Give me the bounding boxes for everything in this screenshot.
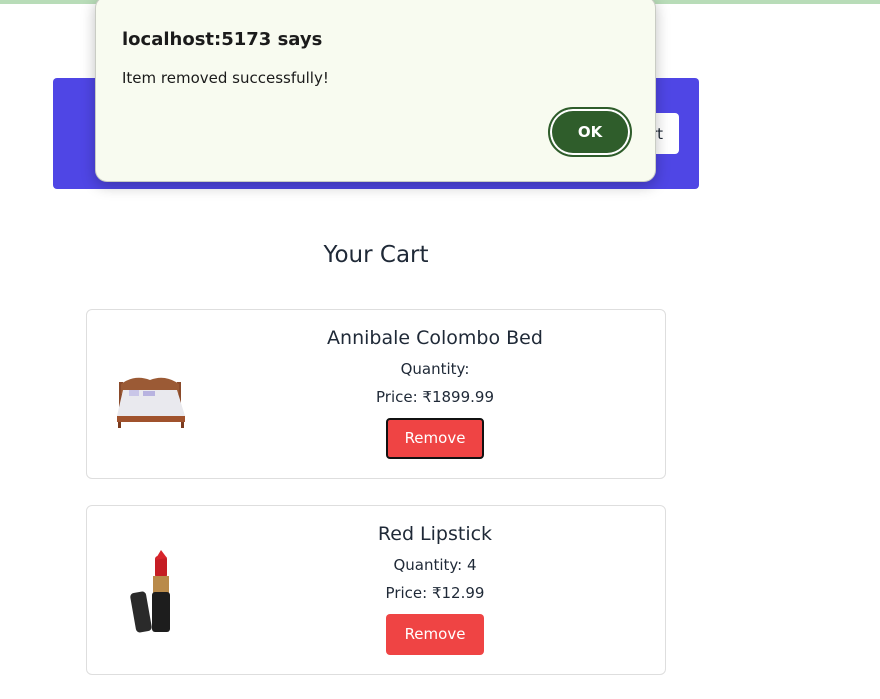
bed-image: [115, 350, 191, 440]
item-price: Price: ₹1899.99: [376, 388, 494, 406]
item-quantity: Quantity: 4: [393, 556, 477, 574]
item-price: Price: ₹12.99: [385, 584, 485, 602]
dialog-message: Item removed successfully!: [122, 69, 329, 87]
remove-button[interactable]: Remove: [386, 418, 484, 459]
cart-item-card: Red Lipstick Quantity: 4 Price: ₹12.99 R…: [86, 505, 666, 675]
item-name: Red Lipstick: [377, 523, 493, 545]
cart-item-card: Annibale Colombo Bed Quantity: Price: ₹1…: [86, 309, 666, 479]
item-quantity: Quantity:: [400, 360, 470, 378]
alert-dialog: localhost:5173 says Item removed success…: [95, 0, 656, 182]
item-name: Annibale Colombo Bed: [327, 327, 543, 349]
ok-button[interactable]: OK: [548, 107, 632, 157]
remove-button[interactable]: Remove: [386, 614, 484, 655]
page-title: Your Cart: [323, 242, 429, 268]
lipstick-image: [115, 546, 191, 636]
dialog-title: localhost:5173 says: [122, 29, 323, 50]
